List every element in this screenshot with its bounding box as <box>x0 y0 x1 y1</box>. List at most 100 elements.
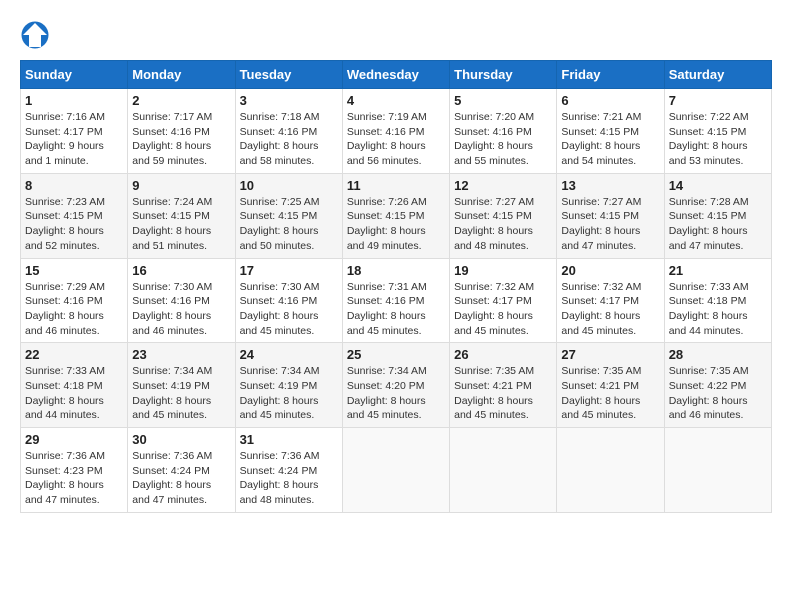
day-number: 14 <box>669 178 767 193</box>
day-info: Sunrise: 7:34 AMSunset: 4:19 PMDaylight:… <box>240 365 320 421</box>
calendar-week-row: 29 Sunrise: 7:36 AMSunset: 4:23 PMDaylig… <box>21 428 772 513</box>
calendar-cell: 26 Sunrise: 7:35 AMSunset: 4:21 PMDaylig… <box>450 343 557 428</box>
page-header <box>20 20 772 50</box>
day-info: Sunrise: 7:20 AMSunset: 4:16 PMDaylight:… <box>454 111 534 167</box>
day-info: Sunrise: 7:35 AMSunset: 4:21 PMDaylight:… <box>561 365 641 421</box>
day-info: Sunrise: 7:34 AMSunset: 4:19 PMDaylight:… <box>132 365 212 421</box>
day-info: Sunrise: 7:36 AMSunset: 4:24 PMDaylight:… <box>240 450 320 506</box>
calendar-cell: 28 Sunrise: 7:35 AMSunset: 4:22 PMDaylig… <box>664 343 771 428</box>
calendar-cell: 12 Sunrise: 7:27 AMSunset: 4:15 PMDaylig… <box>450 173 557 258</box>
day-info: Sunrise: 7:35 AMSunset: 4:21 PMDaylight:… <box>454 365 534 421</box>
calendar-cell: 20 Sunrise: 7:32 AMSunset: 4:17 PMDaylig… <box>557 258 664 343</box>
logo <box>20 20 54 50</box>
day-number: 2 <box>132 93 230 108</box>
day-of-week-header: Wednesday <box>342 61 449 89</box>
calendar-cell: 29 Sunrise: 7:36 AMSunset: 4:23 PMDaylig… <box>21 428 128 513</box>
day-of-week-header: Thursday <box>450 61 557 89</box>
calendar-cell: 10 Sunrise: 7:25 AMSunset: 4:15 PMDaylig… <box>235 173 342 258</box>
day-info: Sunrise: 7:25 AMSunset: 4:15 PMDaylight:… <box>240 196 320 252</box>
calendar-cell: 2 Sunrise: 7:17 AMSunset: 4:16 PMDayligh… <box>128 89 235 174</box>
day-number: 21 <box>669 263 767 278</box>
day-number: 19 <box>454 263 552 278</box>
day-number: 13 <box>561 178 659 193</box>
day-number: 23 <box>132 347 230 362</box>
day-number: 8 <box>25 178 123 193</box>
day-info: Sunrise: 7:31 AMSunset: 4:16 PMDaylight:… <box>347 281 427 337</box>
day-number: 28 <box>669 347 767 362</box>
day-number: 4 <box>347 93 445 108</box>
day-info: Sunrise: 7:30 AMSunset: 4:16 PMDaylight:… <box>132 281 212 337</box>
day-info: Sunrise: 7:34 AMSunset: 4:20 PMDaylight:… <box>347 365 427 421</box>
day-number: 17 <box>240 263 338 278</box>
calendar-cell: 17 Sunrise: 7:30 AMSunset: 4:16 PMDaylig… <box>235 258 342 343</box>
day-number: 20 <box>561 263 659 278</box>
day-info: Sunrise: 7:36 AMSunset: 4:24 PMDaylight:… <box>132 450 212 506</box>
day-number: 15 <box>25 263 123 278</box>
calendar-cell <box>450 428 557 513</box>
day-info: Sunrise: 7:27 AMSunset: 4:15 PMDaylight:… <box>561 196 641 252</box>
calendar-cell: 14 Sunrise: 7:28 AMSunset: 4:15 PMDaylig… <box>664 173 771 258</box>
day-number: 9 <box>132 178 230 193</box>
logo-icon <box>20 20 50 50</box>
day-of-week-header: Tuesday <box>235 61 342 89</box>
day-info: Sunrise: 7:32 AMSunset: 4:17 PMDaylight:… <box>561 281 641 337</box>
day-number: 6 <box>561 93 659 108</box>
day-info: Sunrise: 7:21 AMSunset: 4:15 PMDaylight:… <box>561 111 641 167</box>
day-info: Sunrise: 7:36 AMSunset: 4:23 PMDaylight:… <box>25 450 105 506</box>
calendar-cell <box>557 428 664 513</box>
day-number: 25 <box>347 347 445 362</box>
calendar-cell: 15 Sunrise: 7:29 AMSunset: 4:16 PMDaylig… <box>21 258 128 343</box>
day-number: 7 <box>669 93 767 108</box>
day-number: 16 <box>132 263 230 278</box>
day-info: Sunrise: 7:33 AMSunset: 4:18 PMDaylight:… <box>669 281 749 337</box>
day-info: Sunrise: 7:17 AMSunset: 4:16 PMDaylight:… <box>132 111 212 167</box>
calendar-cell: 4 Sunrise: 7:19 AMSunset: 4:16 PMDayligh… <box>342 89 449 174</box>
calendar-cell: 23 Sunrise: 7:34 AMSunset: 4:19 PMDaylig… <box>128 343 235 428</box>
day-info: Sunrise: 7:29 AMSunset: 4:16 PMDaylight:… <box>25 281 105 337</box>
calendar-cell: 21 Sunrise: 7:33 AMSunset: 4:18 PMDaylig… <box>664 258 771 343</box>
calendar-cell: 8 Sunrise: 7:23 AMSunset: 4:15 PMDayligh… <box>21 173 128 258</box>
day-number: 24 <box>240 347 338 362</box>
day-number: 27 <box>561 347 659 362</box>
day-info: Sunrise: 7:16 AMSunset: 4:17 PMDaylight:… <box>25 111 105 167</box>
day-number: 1 <box>25 93 123 108</box>
day-of-week-header: Monday <box>128 61 235 89</box>
calendar-table: SundayMondayTuesdayWednesdayThursdayFrid… <box>20 60 772 513</box>
calendar-cell: 6 Sunrise: 7:21 AMSunset: 4:15 PMDayligh… <box>557 89 664 174</box>
calendar-cell: 3 Sunrise: 7:18 AMSunset: 4:16 PMDayligh… <box>235 89 342 174</box>
day-number: 30 <box>132 432 230 447</box>
calendar-cell: 11 Sunrise: 7:26 AMSunset: 4:15 PMDaylig… <box>342 173 449 258</box>
day-number: 31 <box>240 432 338 447</box>
day-number: 29 <box>25 432 123 447</box>
day-info: Sunrise: 7:26 AMSunset: 4:15 PMDaylight:… <box>347 196 427 252</box>
day-info: Sunrise: 7:23 AMSunset: 4:15 PMDaylight:… <box>25 196 105 252</box>
calendar-cell: 19 Sunrise: 7:32 AMSunset: 4:17 PMDaylig… <box>450 258 557 343</box>
day-info: Sunrise: 7:24 AMSunset: 4:15 PMDaylight:… <box>132 196 212 252</box>
day-info: Sunrise: 7:22 AMSunset: 4:15 PMDaylight:… <box>669 111 749 167</box>
day-number: 5 <box>454 93 552 108</box>
calendar-cell: 16 Sunrise: 7:30 AMSunset: 4:16 PMDaylig… <box>128 258 235 343</box>
calendar-cell: 18 Sunrise: 7:31 AMSunset: 4:16 PMDaylig… <box>342 258 449 343</box>
day-info: Sunrise: 7:32 AMSunset: 4:17 PMDaylight:… <box>454 281 534 337</box>
day-number: 12 <box>454 178 552 193</box>
day-of-week-header: Sunday <box>21 61 128 89</box>
calendar-header-row: SundayMondayTuesdayWednesdayThursdayFrid… <box>21 61 772 89</box>
day-info: Sunrise: 7:28 AMSunset: 4:15 PMDaylight:… <box>669 196 749 252</box>
calendar-cell: 27 Sunrise: 7:35 AMSunset: 4:21 PMDaylig… <box>557 343 664 428</box>
calendar-cell: 5 Sunrise: 7:20 AMSunset: 4:16 PMDayligh… <box>450 89 557 174</box>
day-number: 10 <box>240 178 338 193</box>
calendar-cell: 25 Sunrise: 7:34 AMSunset: 4:20 PMDaylig… <box>342 343 449 428</box>
day-info: Sunrise: 7:33 AMSunset: 4:18 PMDaylight:… <box>25 365 105 421</box>
day-info: Sunrise: 7:27 AMSunset: 4:15 PMDaylight:… <box>454 196 534 252</box>
calendar-cell: 7 Sunrise: 7:22 AMSunset: 4:15 PMDayligh… <box>664 89 771 174</box>
calendar-cell <box>664 428 771 513</box>
calendar-cell: 31 Sunrise: 7:36 AMSunset: 4:24 PMDaylig… <box>235 428 342 513</box>
day-info: Sunrise: 7:30 AMSunset: 4:16 PMDaylight:… <box>240 281 320 337</box>
day-info: Sunrise: 7:19 AMSunset: 4:16 PMDaylight:… <box>347 111 427 167</box>
day-of-week-header: Saturday <box>664 61 771 89</box>
calendar-cell: 13 Sunrise: 7:27 AMSunset: 4:15 PMDaylig… <box>557 173 664 258</box>
day-number: 18 <box>347 263 445 278</box>
day-number: 11 <box>347 178 445 193</box>
calendar-week-row: 8 Sunrise: 7:23 AMSunset: 4:15 PMDayligh… <box>21 173 772 258</box>
calendar-cell: 30 Sunrise: 7:36 AMSunset: 4:24 PMDaylig… <box>128 428 235 513</box>
